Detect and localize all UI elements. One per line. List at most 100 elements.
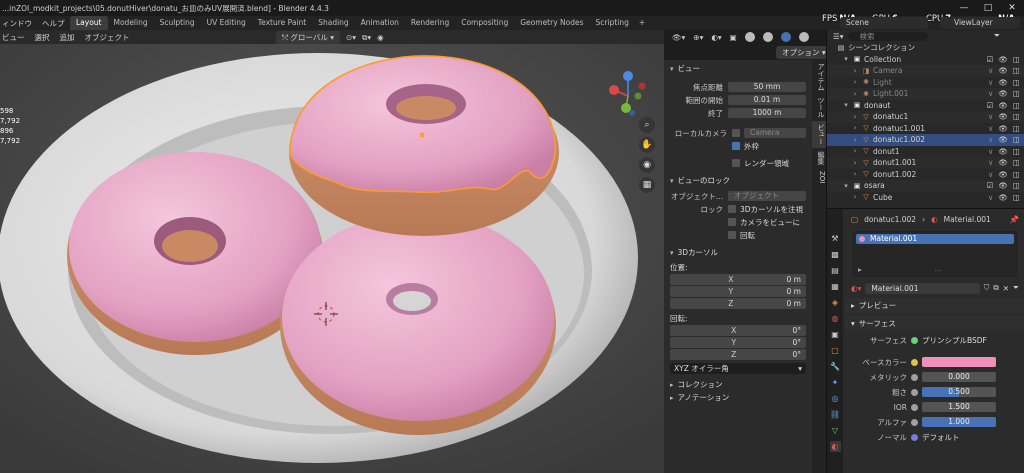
eye-icon[interactable]: 👁: [998, 101, 1008, 110]
collection-header[interactable]: ▸ コレクション: [670, 378, 806, 391]
eye-icon[interactable]: 👁: [998, 135, 1008, 144]
output-tab-icon[interactable]: ▤: [830, 265, 841, 276]
selectable-icon[interactable]: ∨: [988, 147, 994, 156]
render-tab-icon[interactable]: ▩: [830, 249, 841, 260]
pin-icon[interactable]: 📌: [1010, 215, 1019, 224]
tab-edit[interactable]: 編集: [812, 148, 826, 168]
render-camera-icon[interactable]: ◫: [1013, 55, 1020, 64]
chevron-right-icon[interactable]: ›: [851, 136, 859, 144]
wireframe-shading-button[interactable]: [744, 32, 755, 42]
selectable-icon[interactable]: ∨: [988, 135, 994, 144]
cursor-rotation-z[interactable]: Z 0°: [670, 349, 806, 360]
scene-selector[interactable]: Scene: [840, 17, 928, 29]
cursor-location-z[interactable]: Z 0 m: [670, 298, 806, 309]
view-lock-header[interactable]: ▾ ビューのロック: [670, 174, 806, 187]
rendered-shading-button[interactable]: [798, 32, 809, 42]
maximize-button[interactable]: □: [976, 0, 1000, 16]
tab-modeling[interactable]: Modeling: [108, 16, 154, 30]
render-camera-icon[interactable]: ◫: [1013, 89, 1020, 98]
outliner-object-row[interactable]: › ▽ donatuc1.002 ∨ 👁 ◫: [827, 134, 1024, 146]
overlays-icon[interactable]: ◐▾: [711, 33, 721, 42]
selectable-icon[interactable]: ∨: [988, 124, 994, 133]
cursor-location-x[interactable]: X 0 m: [670, 274, 806, 285]
pan-hand-icon[interactable]: ✋: [639, 137, 655, 153]
chevron-right-icon[interactable]: ›: [851, 193, 859, 201]
collection-tab-icon[interactable]: ▣: [830, 329, 841, 340]
expand-list-icon[interactable]: ▸: [858, 265, 862, 274]
chevron-right-icon[interactable]: ›: [851, 147, 859, 155]
eye-icon[interactable]: 👁: [998, 170, 1008, 179]
gizmo-x-axis[interactable]: [609, 85, 619, 95]
annotation-header[interactable]: ▸ アノテーション: [670, 391, 806, 404]
exclude-checkbox[interactable]: ☑: [987, 101, 994, 110]
chevron-down-icon[interactable]: ▾: [842, 55, 850, 63]
selectable-icon[interactable]: ∨: [988, 112, 994, 121]
tab-zoi[interactable]: ZOI: [812, 168, 826, 186]
display-mode-icon[interactable]: ☰▾: [833, 32, 844, 41]
menu-select[interactable]: 選択: [35, 32, 50, 43]
scene-tab-icon[interactable]: ◈: [830, 297, 841, 308]
material-slot[interactable]: Material.001: [856, 234, 1014, 244]
tab-sculpting[interactable]: Sculpting: [154, 16, 201, 30]
donut-bottom[interactable]: [280, 213, 556, 435]
tab-texture-paint[interactable]: Texture Paint: [252, 16, 312, 30]
outliner-search-input[interactable]: 検索: [847, 31, 928, 41]
lock-camera-checkbox[interactable]: [728, 218, 736, 226]
view-layer-tab-icon[interactable]: ▦: [830, 281, 841, 292]
tab-geometry-nodes[interactable]: Geometry Nodes: [514, 16, 589, 30]
render-camera-icon[interactable]: ◫: [1013, 101, 1020, 110]
clip-end-field[interactable]: 1000 m: [728, 108, 806, 118]
outer-checkbox[interactable]: [732, 142, 740, 150]
chevron-right-icon[interactable]: ›: [851, 170, 859, 178]
orientation-dropdown[interactable]: ⤲ グローバル ▾: [276, 31, 340, 44]
eye-icon[interactable]: 👁: [998, 89, 1008, 98]
solid-shading-button[interactable]: [762, 32, 773, 42]
navigation-gizmo[interactable]: [604, 68, 660, 118]
eye-icon[interactable]: 👁: [998, 147, 1008, 156]
tab-scripting[interactable]: Scripting: [590, 16, 635, 30]
outliner-object-row[interactable]: › ▽ donut1 ∨ 👁 ◫: [827, 146, 1024, 158]
outliner-object-row[interactable]: › ▽ donatuc1 ∨ 👁 ◫: [827, 111, 1024, 123]
outliner-collection-row[interactable]: ▾ ▣ donaut ☑ 👁 ◫: [827, 100, 1024, 112]
scene-collection-row[interactable]: ▤ シーンコレクション: [827, 42, 1024, 54]
render-camera-icon[interactable]: ◫: [1013, 124, 1020, 133]
material-browse-icon[interactable]: ◐▾: [851, 284, 861, 293]
donut-selected[interactable]: [289, 55, 559, 236]
material-tab-icon[interactable]: ◐: [829, 441, 841, 452]
chevron-down-icon[interactable]: ▾: [842, 101, 850, 109]
local-camera-checkbox[interactable]: [732, 129, 740, 137]
tab-layout[interactable]: Layout: [70, 16, 108, 30]
chevron-right-icon[interactable]: ›: [851, 90, 859, 98]
pivot-icon[interactable]: ⊙▾: [346, 33, 356, 42]
chevron-right-icon[interactable]: ›: [851, 78, 859, 86]
chevron-right-icon[interactable]: ›: [851, 124, 859, 132]
render-camera-icon[interactable]: ◫: [1013, 112, 1020, 121]
eye-icon[interactable]: 👁: [998, 181, 1008, 190]
snap-icon[interactable]: ⧉▾: [362, 33, 371, 43]
outliner-collection-row[interactable]: ▾ ▣ Collection ☑ 👁 ◫: [827, 54, 1024, 66]
eye-icon[interactable]: 👁: [998, 78, 1008, 87]
3d-cursor-header[interactable]: ▾ 3Dカーソル: [670, 246, 806, 259]
tab-compositing[interactable]: Compositing: [455, 16, 514, 30]
world-tab-icon[interactable]: ◍: [830, 313, 841, 324]
ior-field[interactable]: 1.500: [922, 402, 996, 412]
data-tab-icon[interactable]: ▽: [830, 425, 841, 436]
tab-view[interactable]: ビュー: [812, 121, 826, 148]
render-camera-icon[interactable]: ◫: [1013, 170, 1020, 179]
selectable-icon[interactable]: ∨: [988, 78, 994, 87]
close-icon[interactable]: ✕: [1003, 284, 1009, 293]
lock-object-field[interactable]: オブジェクト: [728, 191, 806, 201]
eye-icon[interactable]: 👁: [998, 55, 1008, 64]
menu-add[interactable]: 追加: [60, 32, 75, 43]
chevron-right-icon[interactable]: ›: [851, 113, 859, 121]
eye-icon[interactable]: 👁: [998, 193, 1008, 202]
cursor-location-y[interactable]: Y 0 m: [670, 286, 806, 297]
tab-item[interactable]: アイテム: [812, 60, 826, 94]
view-layer-selector[interactable]: ViewLayer: [940, 17, 1020, 29]
local-camera-field[interactable]: Camera: [744, 128, 806, 138]
clip-start-field[interactable]: 0.01 m: [728, 95, 806, 105]
add-workspace-button[interactable]: +: [635, 16, 649, 30]
tab-uv-editing[interactable]: UV Editing: [201, 16, 252, 30]
base-color-swatch[interactable]: [922, 357, 996, 367]
filter-icon[interactable]: ⏷: [994, 31, 1000, 41]
